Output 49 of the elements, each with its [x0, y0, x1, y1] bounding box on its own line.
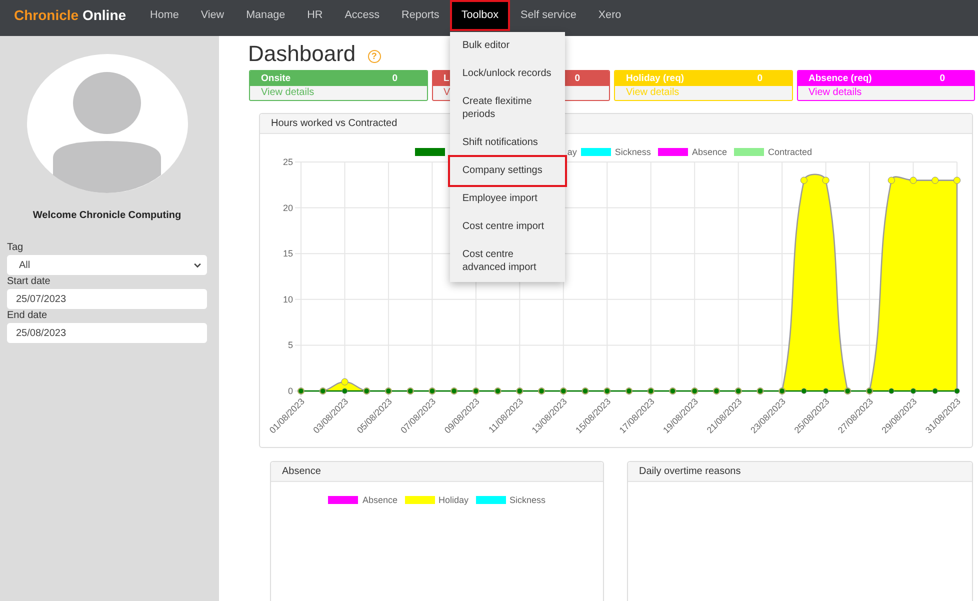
user-avatar-icon	[26, 54, 188, 193]
card-count: 0	[757, 73, 762, 84]
card-count: 0	[940, 73, 945, 84]
legend-label: Sickness	[510, 495, 546, 505]
y-axis-label: 10	[282, 294, 293, 304]
card-label: Holiday (req)	[626, 73, 684, 84]
nav-link[interactable]: Manage	[235, 0, 296, 31]
legend-label: Sickness	[614, 147, 651, 157]
nav-link[interactable]: Toolbox	[450, 0, 510, 31]
nav-link[interactable]: HR	[296, 0, 334, 31]
date-field[interactable]: 25/07/2023	[7, 289, 207, 309]
card-label: L	[444, 73, 450, 84]
legend-label: Absence	[362, 495, 398, 505]
menu-item[interactable]: Employee import	[450, 185, 566, 213]
legend-label: ay	[567, 147, 577, 157]
date-field[interactable]: 25/08/2023	[7, 323, 207, 343]
menu-item[interactable]: Bulk editor	[450, 32, 566, 60]
y-axis-label: 25	[282, 157, 293, 167]
card-count: 0	[574, 73, 580, 84]
panel-header: Absence	[271, 462, 603, 482]
nav-link[interactable]: Self service	[510, 0, 588, 31]
y-axis-label: 15	[282, 248, 293, 259]
nav-link[interactable]: Access	[334, 0, 391, 31]
dropdown-select[interactable]: All	[7, 255, 207, 275]
nav-link[interactable]: Xero	[587, 0, 632, 31]
nav-link[interactable]: Reports	[390, 0, 450, 31]
legend-label: Contracted	[768, 147, 812, 157]
app-logo[interactable]: Chronicle Online	[14, 0, 126, 31]
card-count: 0	[392, 73, 398, 84]
panel-header: Daily overtime reasons	[628, 462, 972, 482]
legend-label: Absence	[692, 147, 727, 157]
card-label: Absence (req)	[808, 73, 872, 84]
card-label: Onsite	[261, 73, 291, 84]
menu-item[interactable]: Lock/unlock records	[450, 60, 566, 88]
chevron-down-icon	[194, 262, 201, 268]
menu-item[interactable]: Cost centre import	[450, 213, 566, 241]
welcome-text: Welcome Chronicle Computing	[32, 210, 182, 222]
field-label: Start date	[7, 275, 50, 288]
nav-link[interactable]: Home	[139, 0, 190, 31]
page-title: Dashboard	[248, 41, 356, 67]
nav-link[interactable]: View	[190, 0, 236, 31]
y-axis-label: 0	[288, 386, 293, 396]
y-axis-label: 20	[282, 202, 293, 213]
field-label: End date	[7, 309, 48, 322]
y-axis-label: 5	[288, 340, 293, 350]
menu-item[interactable]: Company settings	[450, 157, 566, 185]
field-label: Tag	[7, 241, 24, 254]
menu-item[interactable]: Cost centre advanced import	[450, 241, 566, 282]
legend-label: Holiday	[438, 495, 469, 505]
